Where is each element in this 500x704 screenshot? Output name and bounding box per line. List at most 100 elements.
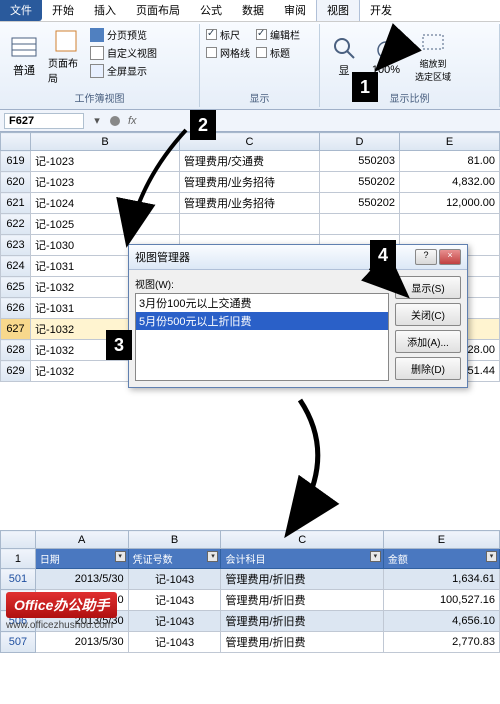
name-box-dropdown-icon[interactable]: ▾ [92,114,102,127]
tab-data[interactable]: 数据 [232,0,274,21]
cell[interactable]: 2013/5/30 [35,632,128,653]
filter-header-date[interactable]: 日期▾ [35,549,128,569]
filter-header-amount[interactable]: 金额▾ [383,549,499,569]
group-show: 标尺 网格线 编辑栏 标题 显示 [200,24,320,107]
close-button[interactable]: 关闭(C) [395,303,461,326]
cell[interactable]: 记-1043 [128,632,221,653]
cell[interactable]: 管理费用/折旧费 [221,569,383,590]
formula-bar-checkbox[interactable]: 编辑栏 [254,26,302,43]
row-header[interactable]: 620 [1,172,31,193]
cell[interactable]: 管理费用/交通费 [180,151,320,172]
ruler-label: 标尺 [220,27,240,42]
dialog-titlebar[interactable]: 视图管理器 ? × [129,245,467,270]
page-layout-button[interactable]: 页面布局 [46,26,86,88]
views-listbox[interactable]: 3月份100元以上交通费 5月份500元以上折旧费 [135,293,389,381]
tab-page-layout[interactable]: 页面布局 [126,0,190,21]
cell[interactable]: 管理费用/折旧费 [221,590,383,611]
filter-icon[interactable]: ▾ [207,551,218,562]
row-header[interactable]: 619 [1,151,31,172]
row-header[interactable]: 625 [1,277,31,298]
tab-insert[interactable]: 插入 [84,0,126,21]
cell[interactable]: 记-1043 [128,590,221,611]
row-header[interactable]: 621 [1,193,31,214]
ribbon-tabs: 文件 开始 插入 页面布局 公式 数据 审阅 视图 开发 [0,0,500,22]
cell[interactable]: 记-1043 [128,611,221,632]
row-header[interactable]: 627 [1,319,31,340]
dialog-close-button[interactable]: × [439,249,461,265]
gridlines-label: 网格线 [220,45,250,60]
list-item[interactable]: 3月份100元以上交通费 [136,294,388,312]
cell[interactable] [400,214,500,235]
gridlines-checkbox[interactable]: 网格线 [204,44,252,61]
row-header[interactable]: 622 [1,214,31,235]
col-header-e[interactable]: E [383,531,499,549]
normal-view-icon [10,36,38,60]
tab-view[interactable]: 视图 [316,0,360,21]
cell[interactable]: 管理费用/业务招待 [180,193,320,214]
row-header[interactable]: 623 [1,235,31,256]
row-header[interactable]: 628 [1,340,31,361]
cell[interactable] [180,214,320,235]
headings-checkbox[interactable]: 标题 [254,44,302,61]
ruler-checkbox[interactable]: 标尺 [204,26,252,43]
cell[interactable]: 2013/5/30 [35,569,128,590]
col-header-d[interactable]: D [320,133,400,151]
filter-header-account[interactable]: 会计科目▾ [221,549,383,569]
full-screen-button[interactable]: 全屏显示 [88,62,159,79]
col-header-b[interactable]: B [31,133,180,151]
tab-home[interactable]: 开始 [42,0,84,21]
tab-file[interactable]: 文件 [0,0,42,21]
cell[interactable]: 管理费用/业务招待 [180,172,320,193]
cell[interactable]: 12,000.00 [400,193,500,214]
row-header[interactable]: 629 [1,361,31,382]
filter-icon[interactable]: ▾ [370,551,381,562]
tab-developer[interactable]: 开发 [360,0,402,21]
row-header[interactable]: 1 [1,549,36,569]
tab-review[interactable]: 审阅 [274,0,316,21]
cell[interactable]: 2,770.83 [383,632,499,653]
cell[interactable]: 记-1043 [128,569,221,590]
cell[interactable]: 81.00 [400,151,500,172]
row-header[interactable]: 501 [1,569,36,590]
zoom-selection-button[interactable]: 缩放到 选定区域 [408,26,458,88]
show-button[interactable]: 显示(S) [395,276,461,299]
full-screen-label: 全屏显示 [107,63,147,78]
name-box[interactable]: F627 [4,113,84,129]
cell[interactable]: 记-1023 [31,151,180,172]
cell[interactable]: 管理费用/折旧费 [221,611,383,632]
annotation-marker-4: 4 [370,240,396,270]
normal-view-button[interactable]: 普通 [4,26,44,88]
cell[interactable]: 100,527.16 [383,590,499,611]
col-header-c[interactable]: C [221,531,383,549]
filter-icon[interactable]: ▾ [486,551,497,562]
cell[interactable]: 550203 [320,151,400,172]
row-header[interactable]: 507 [1,632,36,653]
col-header-a[interactable]: A [35,531,128,549]
add-button[interactable]: 添加(A)... [395,330,461,353]
page-break-preview-button[interactable]: 分页预览 [88,26,159,43]
corner-cell[interactable] [1,531,36,549]
corner-cell[interactable] [1,133,31,151]
col-header-b[interactable]: B [128,531,221,549]
cell[interactable]: 记-1024 [31,193,180,214]
tab-formula[interactable]: 公式 [190,0,232,21]
fx-label[interactable]: fx [128,115,137,127]
cell[interactable]: 4,656.10 [383,611,499,632]
filter-icon[interactable]: ▾ [115,551,126,562]
filter-header-voucher[interactable]: 凭证号数▾ [128,549,221,569]
cell[interactable]: 550202 [320,193,400,214]
custom-views-button[interactable]: 自定义视图 [88,44,159,61]
delete-button[interactable]: 删除(D) [395,357,461,380]
list-item[interactable]: 5月份500元以上折旧费 [136,312,388,330]
dialog-help-button[interactable]: ? [415,249,437,265]
cell[interactable]: 记-1025 [31,214,180,235]
row-header[interactable]: 624 [1,256,31,277]
cell[interactable]: 1,634.61 [383,569,499,590]
cell[interactable]: 记-1023 [31,172,180,193]
cell[interactable]: 4,832.00 [400,172,500,193]
row-header[interactable]: 626 [1,298,31,319]
cell[interactable]: 管理费用/折旧费 [221,632,383,653]
cell[interactable]: 550202 [320,172,400,193]
cell[interactable] [320,214,400,235]
col-header-e[interactable]: E [400,133,500,151]
